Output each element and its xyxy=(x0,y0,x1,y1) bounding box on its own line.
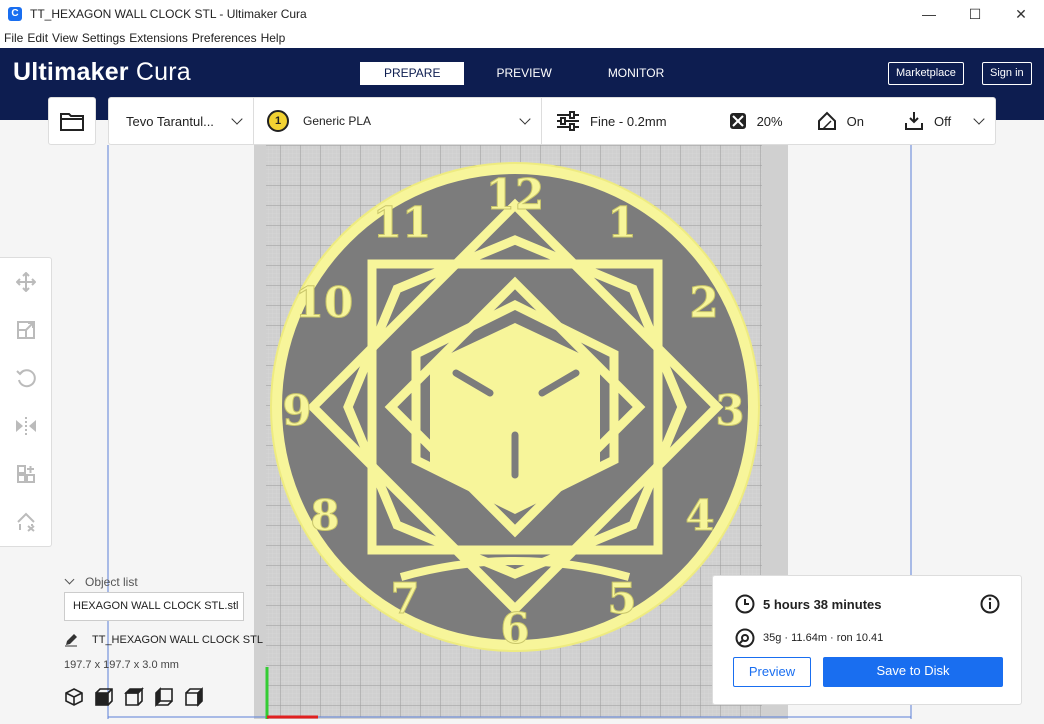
chevron-down-icon xyxy=(231,113,243,125)
object-list-label: Object list xyxy=(85,575,138,589)
support-value: On xyxy=(846,113,864,129)
tab-prepare[interactable]: PREPARE xyxy=(360,62,465,85)
printer-settings-toolbar: Tevo Tarantul... 1 Generic PLA Fine - 0.… xyxy=(108,97,996,145)
menu-view[interactable]: View xyxy=(52,31,78,45)
print-time: 5 hours 38 minutes xyxy=(763,596,882,612)
view-top-button[interactable] xyxy=(124,686,154,708)
ultimaker-cura-logo: Ultimaker Cura xyxy=(13,58,191,86)
clock-number-5: 5 xyxy=(607,574,636,623)
window-title: TT_HEXAGON WALL CLOCK STL - Ultimaker Cu… xyxy=(30,7,307,21)
chevron-down-icon xyxy=(973,113,985,125)
open-file-button[interactable] xyxy=(48,97,96,145)
material-name: Generic PLA xyxy=(303,114,372,128)
extruder-badge: 1 xyxy=(267,110,289,132)
view-right-button[interactable] xyxy=(184,686,214,708)
view-left-button[interactable] xyxy=(154,686,184,708)
cube-front-icon xyxy=(95,688,113,706)
cube-right-icon xyxy=(185,687,203,707)
print-time-row: 5 hours 38 minutes xyxy=(735,594,881,614)
print-settings-selector[interactable]: Fine - 0.2mm 20% On Off xyxy=(542,98,995,144)
save-to-disk-button[interactable]: Save to Disk xyxy=(823,657,1003,687)
profile-name: Fine - 0.2mm xyxy=(590,113,667,129)
view-front-button[interactable] xyxy=(94,686,124,708)
scale-icon xyxy=(16,321,35,339)
move-icon xyxy=(15,272,36,292)
sign-in-button[interactable]: Sign in xyxy=(982,62,1032,85)
per-model-settings-button[interactable] xyxy=(0,450,51,498)
rotate-icon xyxy=(15,369,36,388)
support-icon xyxy=(817,111,836,130)
mirror-icon xyxy=(15,417,36,435)
move-tool-button[interactable] xyxy=(0,258,51,306)
object-name-row[interactable]: TT_HEXAGON WALL CLOCK STL xyxy=(64,633,263,647)
menu-edit[interactable]: Edit xyxy=(27,31,48,45)
support-blocker-button[interactable] xyxy=(0,498,51,546)
object-list-toggle[interactable]: Object list xyxy=(64,574,138,589)
material-usage: 35g · 11.64m · ron 10.41 xyxy=(763,632,884,644)
marketplace-button[interactable]: Marketplace xyxy=(888,62,964,85)
material-usage-row: 35g · 11.64m · ron 10.41 xyxy=(735,628,883,648)
sliders-icon xyxy=(557,111,579,131)
object-list-item[interactable]: HEXAGON WALL CLOCK STL.stl xyxy=(64,592,244,621)
camera-view-buttons xyxy=(64,686,214,708)
menu-extensions[interactable]: Extensions xyxy=(129,31,188,45)
close-button[interactable]: ✕ xyxy=(998,0,1044,28)
clock-number-4: 4 xyxy=(685,491,714,540)
clock-number-10: 10 xyxy=(295,278,353,327)
clock-number-9: 9 xyxy=(282,386,311,435)
transform-tools-panel xyxy=(0,257,52,547)
hexagon-wall-clock-model[interactable]: 12 1 2 3 4 5 6 7 8 9 10 11 xyxy=(270,162,760,654)
infill-value: 20% xyxy=(756,113,783,129)
menu-help[interactable]: Help xyxy=(261,31,286,45)
spool-icon xyxy=(735,628,755,648)
maximize-button[interactable]: ☐ xyxy=(952,0,998,28)
cube-top-icon xyxy=(124,687,144,706)
printer-selector[interactable]: Tevo Tarantul... xyxy=(109,98,254,144)
cube-3d-icon xyxy=(65,688,83,706)
clock-number-1: 1 xyxy=(607,198,636,247)
cura-app-icon: C xyxy=(8,7,22,21)
printer-name: Tevo Tarantul... xyxy=(126,113,214,129)
chevron-down-icon xyxy=(64,574,75,585)
adhesion-icon xyxy=(904,112,923,130)
info-icon[interactable] xyxy=(980,594,1000,614)
rotate-tool-button[interactable] xyxy=(0,354,51,402)
stage-tabs: PREPARE PREVIEW MONITOR xyxy=(360,62,696,85)
folder-icon xyxy=(60,113,84,131)
cube-left-icon xyxy=(155,687,173,707)
per-model-settings-icon xyxy=(16,465,35,483)
tab-preview[interactable]: PREVIEW xyxy=(472,62,575,85)
clock-number-12: 12 xyxy=(486,170,544,219)
clock-number-3: 3 xyxy=(715,386,744,435)
clock-number-11: 11 xyxy=(373,198,431,247)
adhesion-value: Off xyxy=(933,113,952,129)
support-blocker-icon xyxy=(16,512,35,532)
preview-button[interactable]: Preview xyxy=(733,657,811,687)
object-dimensions: 197.7 x 197.7 x 3.0 mm xyxy=(64,659,179,671)
print-info-panel: 5 hours 38 minutes 35g · 11.64m · ron 10… xyxy=(712,575,1022,705)
view-3d-button[interactable] xyxy=(64,686,94,708)
minimize-button[interactable]: — xyxy=(906,0,952,28)
pencil-icon xyxy=(65,634,77,647)
clock-number-6: 6 xyxy=(500,604,529,653)
scale-tool-button[interactable] xyxy=(0,306,51,354)
clock-number-8: 8 xyxy=(310,491,339,540)
clock-number-7: 7 xyxy=(390,574,419,623)
mirror-tool-button[interactable] xyxy=(0,402,51,450)
tab-monitor[interactable]: MONITOR xyxy=(584,62,688,85)
menu-settings[interactable]: Settings xyxy=(82,31,125,45)
infill-icon xyxy=(729,113,746,129)
menu-bar: File Edit View Settings Extensions Prefe… xyxy=(0,28,1044,48)
clock-icon xyxy=(735,594,755,614)
menu-preferences[interactable]: Preferences xyxy=(192,31,257,45)
object-name: TT_HEXAGON WALL CLOCK STL xyxy=(92,634,263,646)
material-selector[interactable]: 1 Generic PLA xyxy=(254,98,542,144)
chevron-down-icon xyxy=(519,113,531,125)
title-bar: C TT_HEXAGON WALL CLOCK STL - Ultimaker … xyxy=(0,0,1044,28)
menu-file[interactable]: File xyxy=(4,31,23,45)
clock-number-2: 2 xyxy=(689,278,718,327)
